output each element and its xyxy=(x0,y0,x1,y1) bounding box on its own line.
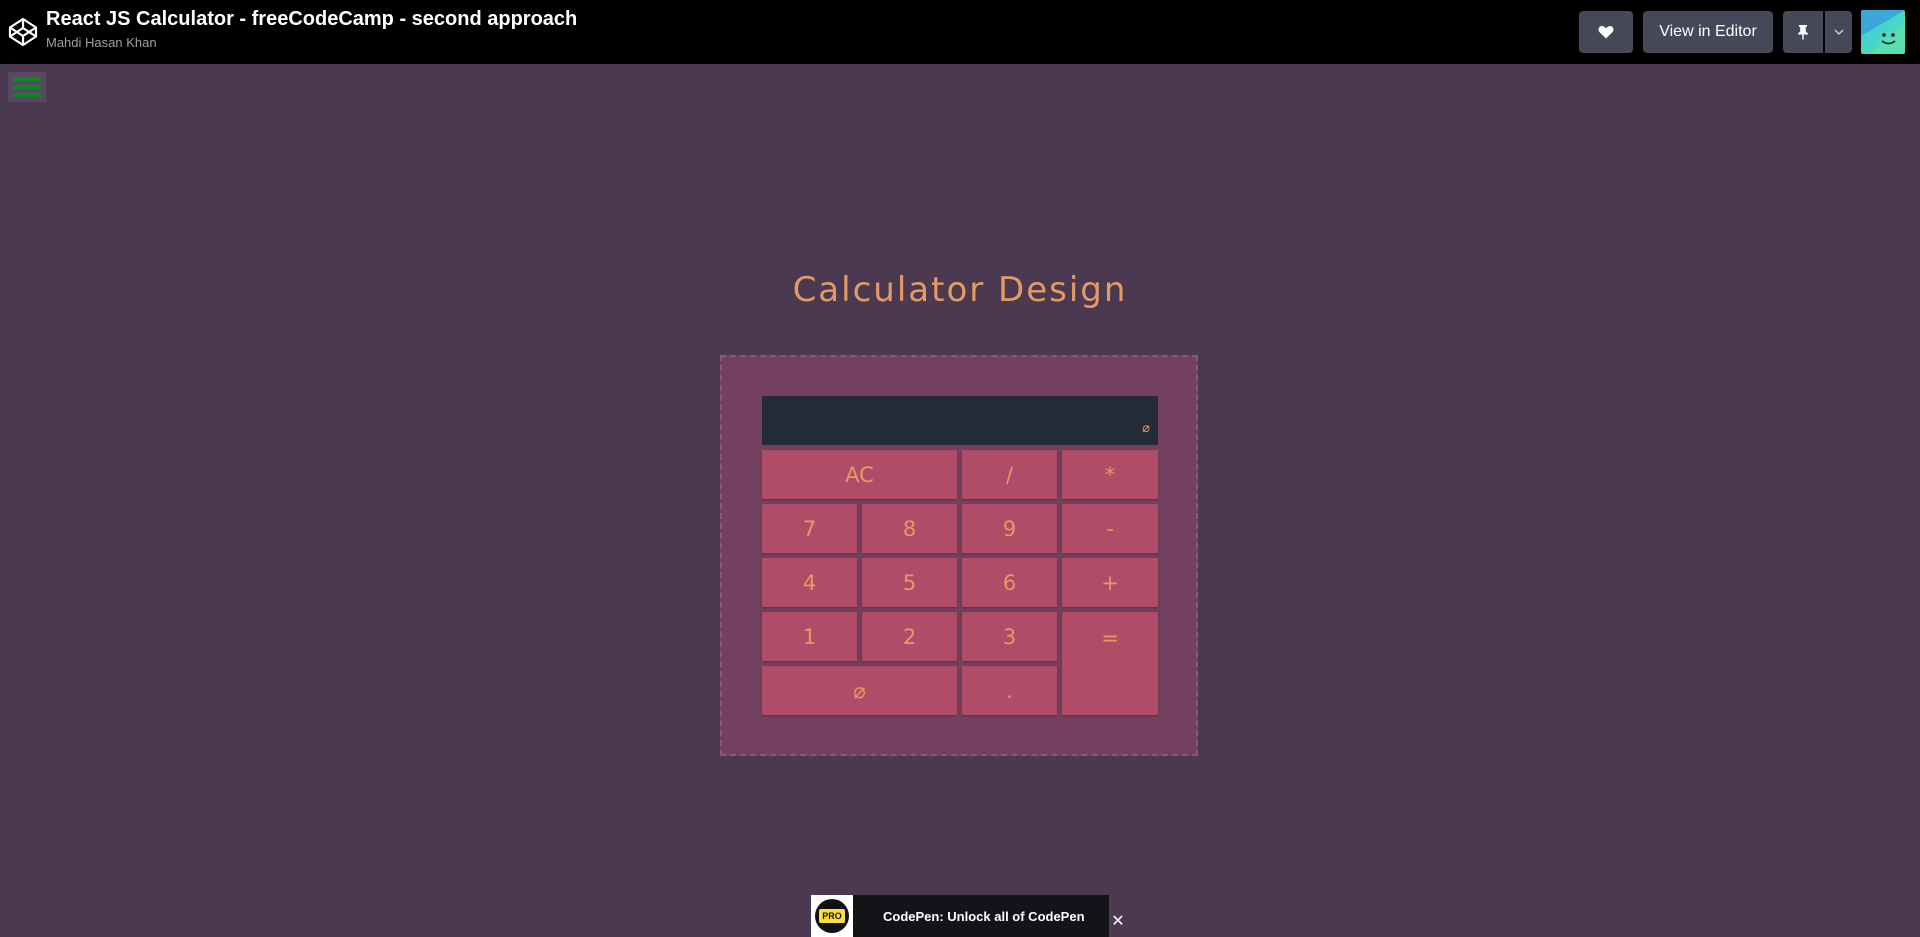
pro-badge: PRO xyxy=(811,895,853,937)
heart-button[interactable] xyxy=(1579,11,1633,53)
nine-button[interactable]: 9 xyxy=(962,504,1057,553)
pro-logo-icon: PRO xyxy=(815,899,849,933)
pin-icon xyxy=(1798,25,1808,40)
add-button[interactable]: + xyxy=(1062,558,1158,607)
menu-line xyxy=(13,93,41,97)
pen-title: React JS Calculator - freeCodeCamp - sec… xyxy=(46,8,578,30)
three-button[interactable]: 3 xyxy=(962,612,1057,661)
display-value: ⌀ xyxy=(1142,421,1150,436)
five-button[interactable]: 5 xyxy=(862,558,957,607)
eight-button[interactable]: 8 xyxy=(862,504,957,553)
seven-button[interactable]: 7 xyxy=(762,504,857,553)
page-title: Calculator Design xyxy=(792,270,1128,310)
pin-dropdown-button[interactable] xyxy=(1825,11,1852,53)
clear-button[interactable]: AC xyxy=(762,450,957,499)
pro-badge-text: PRO xyxy=(819,909,845,923)
zero-button[interactable]: ⌀ xyxy=(762,666,957,715)
codepen-logo-icon[interactable] xyxy=(7,16,39,48)
view-in-editor-button[interactable]: View in Editor xyxy=(1643,11,1773,53)
menu-line xyxy=(13,85,41,89)
two-button[interactable]: 2 xyxy=(862,612,957,661)
avatar[interactable] xyxy=(1861,10,1905,54)
calculator-display: ⌀ xyxy=(762,396,1158,445)
top-bar: React JS Calculator - freeCodeCamp - sec… xyxy=(0,0,1920,64)
promo-label: CodePen: Unlock all of CodePen xyxy=(883,908,1085,924)
avatar-face-icon xyxy=(1861,10,1905,54)
chevron-down-icon xyxy=(1833,29,1844,35)
pro-promo-banner[interactable]: PRO CodePen: Unlock all of CodePen xyxy=(811,895,1109,937)
menu-line xyxy=(13,77,41,81)
one-button[interactable]: 1 xyxy=(762,612,857,661)
six-button[interactable]: 6 xyxy=(962,558,1057,607)
pin-button[interactable] xyxy=(1783,11,1823,53)
four-button[interactable]: 4 xyxy=(762,558,857,607)
equals-button[interactable]: = xyxy=(1062,612,1158,715)
menu-icon[interactable] xyxy=(8,72,46,102)
subtract-button[interactable]: - xyxy=(1062,504,1158,553)
pen-author[interactable]: Mahdi Hasan Khan xyxy=(46,35,157,50)
multiply-button[interactable]: * xyxy=(1062,450,1158,499)
close-icon[interactable]: ✕ xyxy=(1110,914,1126,930)
decimal-button[interactable]: . xyxy=(962,666,1057,715)
heart-icon xyxy=(1598,26,1614,39)
divide-button[interactable]: / xyxy=(962,450,1057,499)
